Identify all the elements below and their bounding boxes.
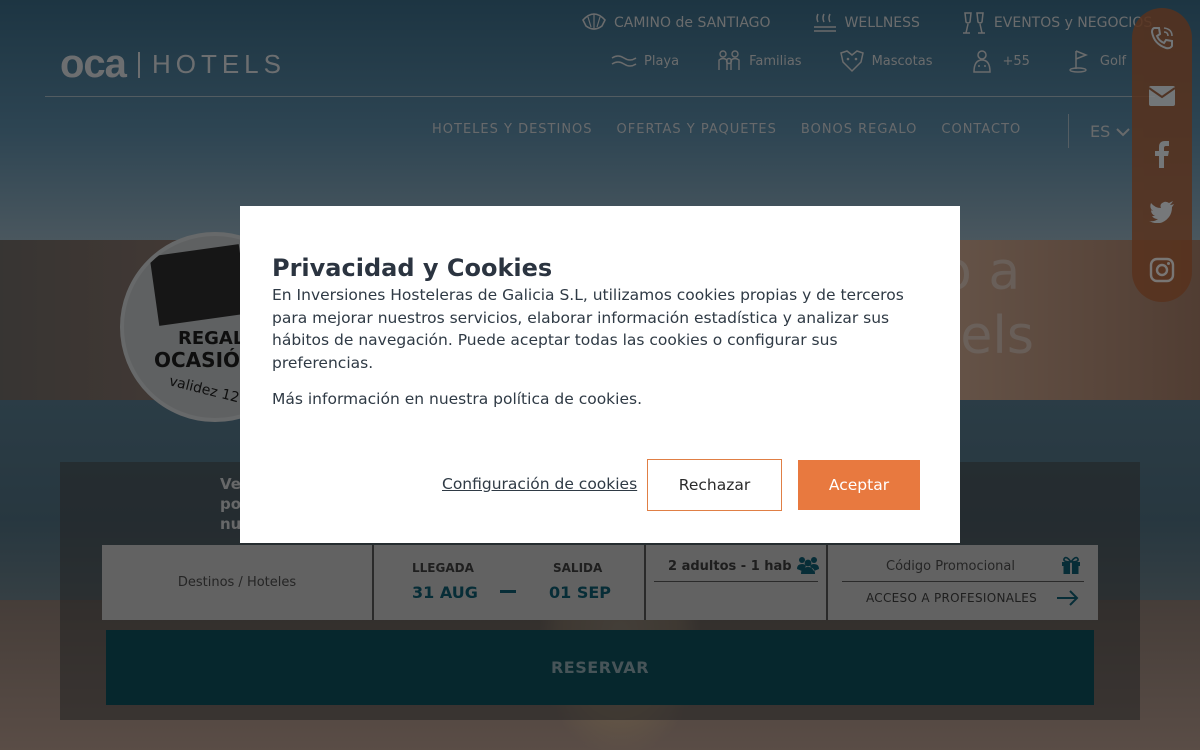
cookie-reject-button[interactable]: Rechazar (647, 459, 782, 511)
cookie-modal-body: En Inversiones Hosteleras de Galicia S.L… (272, 286, 904, 372)
cookie-more-info[interactable]: Más información en nuestra política de c… (272, 390, 642, 408)
cookie-accept-button[interactable]: Aceptar (798, 460, 920, 510)
cookie-config-link[interactable]: Configuración de cookies (442, 475, 637, 493)
cookie-modal-title: Privacidad y Cookies (272, 254, 553, 282)
cookie-modal: Privacidad y Cookies En Inversiones Host… (240, 206, 960, 543)
